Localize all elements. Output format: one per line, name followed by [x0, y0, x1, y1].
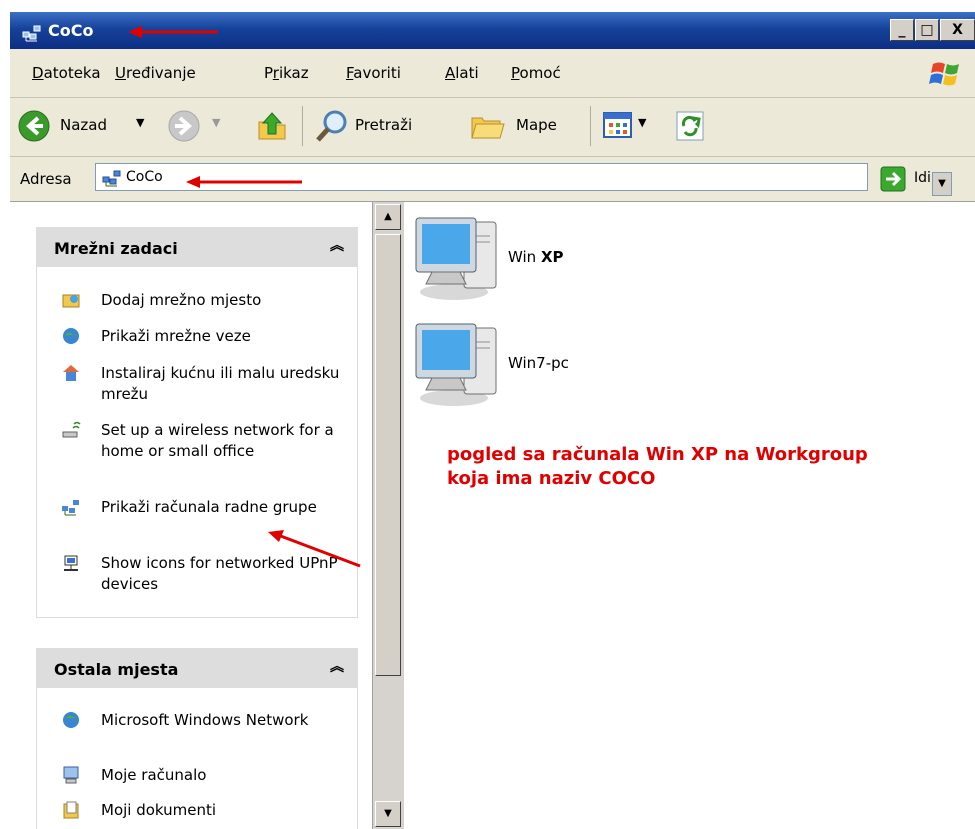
- close-button[interactable]: X: [940, 19, 975, 41]
- collapse-chevron-icon[interactable]: ︽: [330, 235, 344, 255]
- search-icon: [316, 110, 347, 142]
- search-button[interactable]: Pretraži: [315, 108, 465, 144]
- my-documents-icon: [63, 801, 79, 819]
- computer-name: Win XP: [508, 248, 564, 266]
- workgroup-icon: [62, 500, 79, 516]
- toolbar-separator: [302, 106, 303, 146]
- menu-edit[interactable]: Uređivanje: [115, 64, 196, 82]
- address-arrow: [186, 176, 302, 188]
- folders-label: Mape: [516, 116, 557, 134]
- panel-title: Mrežni zadaci: [54, 239, 178, 258]
- views-icon: [603, 112, 632, 138]
- scroll-thumb[interactable]: [375, 234, 401, 676]
- menu-favorites[interactable]: Favoriti: [346, 64, 401, 82]
- computer-item[interactable]: Win XP: [410, 212, 610, 302]
- address-value: CoCo: [126, 169, 163, 185]
- forward-button[interactable]: ▼: [168, 108, 238, 144]
- collapse-chevron-icon[interactable]: ︽: [330, 656, 344, 676]
- go-label: Idi: [914, 170, 931, 186]
- annotation-line: pogled sa računala Win XP na Workgroup: [447, 444, 868, 465]
- address-bar: Adresa CoCo ▼ Idi: [10, 157, 975, 202]
- menu-file[interactable]: Datoteka: [32, 64, 101, 82]
- wireless-icon: [62, 421, 81, 438]
- task-pane: Mrežni zadaci ︽ Dodaj mrežno mjesto Prik…: [10, 202, 372, 829]
- scroll-up-button[interactable]: ▲: [375, 204, 401, 230]
- panel-title: Ostala mjesta: [54, 660, 179, 679]
- back-label: Nazad: [60, 116, 107, 134]
- forward-arrow-icon: [168, 110, 200, 142]
- maximize-button[interactable]: □: [915, 19, 939, 41]
- network-connections-icon: [63, 328, 79, 344]
- computer-icon: [415, 217, 497, 300]
- menu-bar: Datoteka Uređivanje Prikaz Favoriti Alat…: [10, 49, 975, 98]
- other-places-body: Microsoft Windows Network Moje računalo …: [36, 688, 358, 829]
- annotation-line: koja ima naziv COCO: [447, 468, 656, 489]
- forward-dropdown-icon[interactable]: ▼: [212, 116, 220, 129]
- computer-icon: [415, 323, 497, 406]
- up-folder-icon[interactable]: [256, 110, 288, 142]
- menu-tools[interactable]: Alati: [445, 64, 479, 82]
- add-network-place-icon: [62, 294, 80, 308]
- folders-icon: [471, 117, 505, 139]
- toolbar-separator: [590, 106, 591, 146]
- network-tasks-header[interactable]: Mrežni zadaci ︽: [36, 227, 358, 267]
- other-places-header[interactable]: Ostala mjesta ︽: [36, 648, 358, 688]
- sync-icon[interactable]: [675, 110, 705, 142]
- scroll-down-button[interactable]: ▼: [375, 801, 401, 827]
- search-label: Pretraži: [355, 116, 413, 134]
- views-button[interactable]: ▼: [602, 110, 662, 142]
- windows-network-icon: [63, 712, 79, 728]
- address-label: Adresa: [20, 170, 72, 188]
- toolbar: Nazad ▼ ▼ Pretraži Mape ▼: [10, 98, 975, 157]
- back-arrow-icon: [18, 110, 50, 142]
- views-dropdown-icon[interactable]: ▼: [638, 116, 646, 129]
- back-button[interactable]: Nazad ▼: [18, 108, 158, 144]
- minimize-button[interactable]: _: [890, 19, 914, 41]
- go-arrow-icon: [880, 166, 906, 192]
- go-button[interactable]: Idi: [880, 164, 960, 194]
- title-arrow: [128, 26, 218, 38]
- folders-button[interactable]: Mape: [470, 108, 590, 144]
- window-title: CoCo: [48, 21, 94, 40]
- vertical-scrollbar[interactable]: ▲ ▼: [372, 202, 404, 829]
- workgroup-icon: [102, 170, 121, 187]
- upnp-device-icon: [64, 555, 78, 571]
- menu-view[interactable]: Prikaz: [264, 64, 309, 82]
- computer-name: Win7-pc: [508, 354, 569, 372]
- windows-logo-icon: [929, 62, 959, 86]
- annotation-text: pogled sa računala Win XP na Workgroup k…: [447, 443, 868, 491]
- workgroup-icon: [22, 25, 41, 42]
- computer-item[interactable]: Win7-pc: [410, 318, 610, 408]
- my-computer-icon: [63, 766, 79, 784]
- home-network-icon: [63, 365, 79, 381]
- menu-help[interactable]: Pomoć: [511, 64, 561, 82]
- back-dropdown-icon[interactable]: ▼: [136, 116, 144, 129]
- workgroup-arrow: [268, 530, 361, 568]
